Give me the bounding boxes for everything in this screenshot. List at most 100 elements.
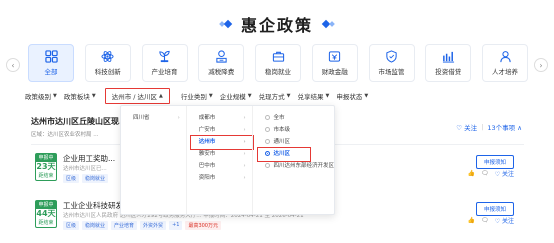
filter-label: 兑享结果 [297,93,324,101]
radio-icon [264,126,270,132]
carousel-prev-button[interactable]: ‹ [6,58,20,72]
follow-button[interactable]: ♡ 关注 [456,122,477,132]
district-option[interactable]: 市本级 [253,124,335,136]
filter-label: 政策级别 [25,93,51,101]
category-list: 全部 科技创新 产业培育 减税降费 稳岗就业 财政金融 市场监管 投资借贷 人才… [28,44,528,82]
option-label: 广安市 [198,127,216,133]
city-option[interactable]: 雅安市 › [187,148,252,160]
chevron-right-icon: › [243,139,246,145]
filter-industry[interactable]: 行业类别 ▼ [181,91,213,101]
tag: 外资外贸 [140,221,167,230]
thumbs-up-icon[interactable]: 👍 [468,170,475,177]
option-label: 雅安市 [198,151,216,157]
filter-region[interactable]: 达州市 / 达川区 ▲ [104,88,170,104]
district-column: 全市 市本级 通川区 达川区 四川达州东部经济开发区 [251,106,335,214]
briefcase-icon [272,51,284,62]
item-tags: 区级 稳岗就业 产业培育 外资外贸 +1 最高300万元 [63,221,221,230]
option-label: 资阳市 [198,175,216,181]
option-label: 通川区 [273,139,291,145]
expand-items-button[interactable]: 13个事项 ∧ [487,122,522,132]
city-option[interactable]: 成都市 › [187,112,252,124]
category-employment[interactable]: 稳岗就业 [255,44,301,82]
filter-label: 申报状态 [336,93,363,101]
shield-icon [386,50,397,63]
thumbs-up-icon[interactable]: 👍 [468,217,475,224]
district-option[interactable]: 四川达州东部经济开发区 [253,160,335,172]
filter-method[interactable]: 兑现方式 ▼ [259,91,291,101]
filter-policy-block[interactable]: 政策板块 ▼ [64,91,96,101]
follow-button[interactable]: ♡ 关注 [495,216,514,225]
grid-icon [44,50,58,63]
filter-scale[interactable]: 企业规模 ▼ [220,91,252,101]
option-label: 成都市 [198,115,216,121]
option-label: 达川区 [273,151,291,157]
district-option[interactable]: 通川区 [253,136,335,148]
finance-icon [329,51,341,62]
option-label: 四川省 [133,115,150,121]
page-title: 惠企政策 [240,16,313,35]
category-label: 投资借贷 [435,68,462,76]
category-finance[interactable]: 财政金融 [311,44,358,82]
district-option[interactable]: 全市 [253,112,335,124]
caret-down-icon: ▼ [53,93,57,99]
tag: 稳岗就业 [82,221,109,230]
status-label: 申报中 [36,201,56,209]
radio-icon [264,114,270,120]
category-talent[interactable]: 人才培养 [482,44,528,82]
apply-guide-button[interactable]: 申报须知 [475,155,514,169]
category-label: 科技创新 [94,68,121,76]
option-label: 全市 [273,115,285,121]
chevron-right-icon: › [243,127,246,133]
card-subtitle: 区域：达川区农业农村局 ... [31,132,99,138]
chevron-right-icon: › [177,115,180,121]
deadline-label: 距结束 [38,173,54,179]
carousel-next-button[interactable]: › [534,58,548,72]
city-option[interactable]: 资阳市 › [187,172,252,184]
filter-label: 政策板块 [63,93,90,101]
item-title[interactable]: 企业用工奖助... [63,153,115,164]
category-tech[interactable]: 科技创新 [84,44,131,82]
filter-label: 达州市 / 达川区 [111,93,158,101]
category-label: 全部 [44,68,58,76]
filter-result[interactable]: 兑享结果 ▼ [297,91,329,101]
item-tags: 区级 稳岗就业 [63,174,109,183]
category-tax[interactable]: 减税降费 [198,44,245,82]
follow-button[interactable]: ♡ 关注 [495,169,514,178]
category-investment[interactable]: 投资借贷 [425,44,472,82]
days-remaining: 44天 [36,209,56,218]
separator: | [481,123,484,131]
bank-icon [442,51,454,63]
category-all[interactable]: 全部 [28,44,74,82]
tag: 区级 [63,221,80,230]
caret-down-icon: ▼ [286,93,291,99]
radio-checked-icon [264,150,270,156]
option-label: 四川达州东部经济开发区 [273,163,335,169]
tax-icon [216,50,227,63]
caret-down-icon: ▼ [91,93,96,99]
city-option[interactable]: 广安市 › [187,124,252,136]
category-industry[interactable]: 产业培育 [141,44,188,82]
region-cascader: 四川省 › 成都市 › 广安市 › 达州市 › 雅安市 › 巴中市 › 资阳市 › 全市 市本… [120,105,335,215]
radio-icon [264,138,270,144]
option-label: 市本级 [273,127,291,133]
filter-label: 企业规模 [219,93,246,101]
page-title-row: 惠企政策 [0,12,554,36]
filter-status[interactable]: 申报状态 ▼ [336,91,368,101]
comment-icon[interactable]: 🗨 [481,170,489,177]
max-amount-tag: 最高300万元 [185,221,221,230]
deadline-label: 距结束 [38,220,54,226]
card-title[interactable]: 达州市达川区丘陵山区现... [31,116,128,127]
comment-icon[interactable]: 🗨 [481,217,489,224]
province-option[interactable]: 四川省 › [121,112,186,124]
apply-guide-button[interactable]: 申报须知 [475,202,514,216]
category-market[interactable]: 市场监管 [368,44,415,82]
status-badge: 申报中 44天 距结束 [35,200,57,228]
chevron-right-icon: › [243,151,246,157]
city-option-selected[interactable]: 达州市 › [187,136,252,148]
filter-label: 行业类别 [180,93,207,101]
filter-policy-level[interactable]: 政策级别 ▼ [25,91,57,101]
city-option[interactable]: 巴中市 › [187,160,252,172]
status-badge: 申报中 23天 距结束 [35,153,57,181]
caret-down-icon: ▼ [325,93,330,99]
district-option-selected[interactable]: 达川区 [253,148,335,160]
